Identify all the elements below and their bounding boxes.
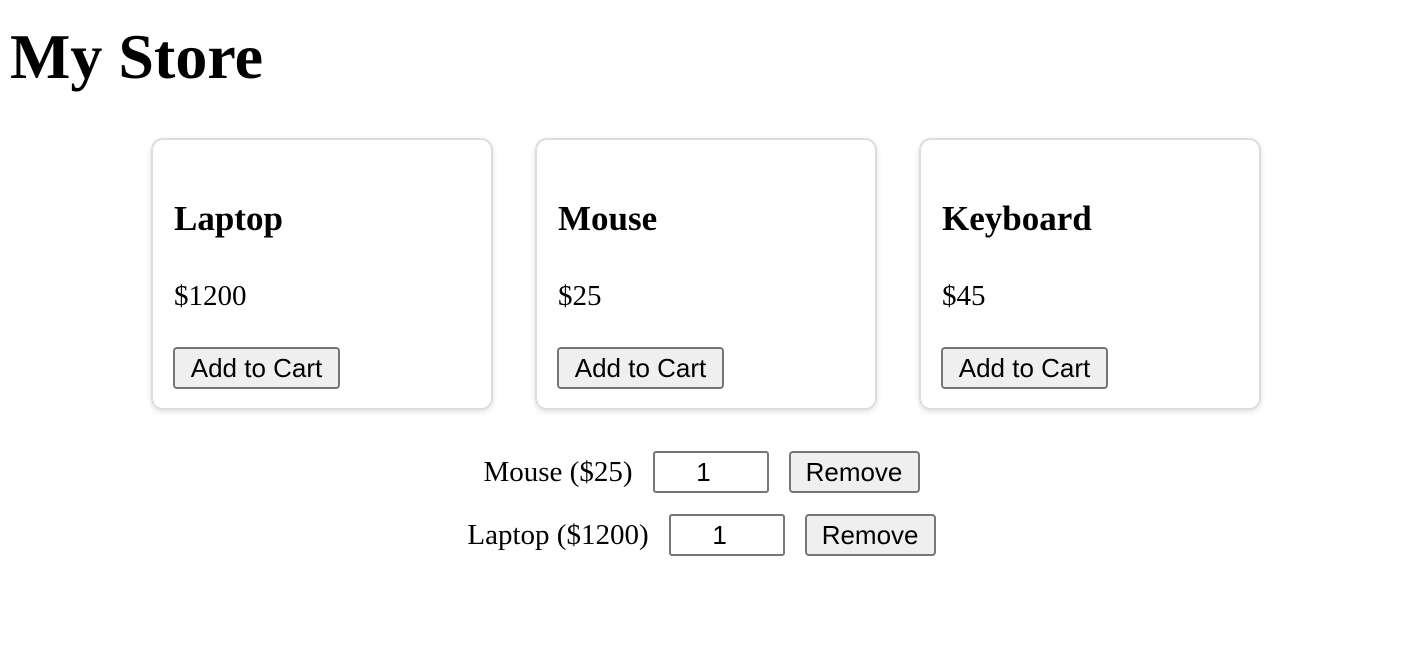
product-card-mouse: Mouse $25 Add to Cart bbox=[535, 138, 877, 410]
product-card-keyboard: Keyboard $45 Add to Cart bbox=[919, 138, 1261, 410]
add-to-cart-button-mouse[interactable]: Add to Cart bbox=[557, 347, 724, 389]
product-name: Keyboard bbox=[942, 199, 1092, 238]
page-title: My Store bbox=[10, 21, 263, 92]
cart-item-label: Laptop ($1200) bbox=[467, 519, 649, 551]
cart-list: Mouse ($25) Remove Laptop ($1200) Remove bbox=[0, 450, 1403, 576]
cart-item-laptop: Laptop ($1200) Remove bbox=[0, 513, 1403, 557]
product-price: $1200 bbox=[174, 280, 247, 312]
quantity-input-mouse[interactable] bbox=[652, 451, 769, 493]
add-to-cart-button-laptop[interactable]: Add to Cart bbox=[173, 347, 340, 389]
product-name: Laptop bbox=[174, 199, 283, 238]
quantity-input-laptop[interactable] bbox=[668, 514, 785, 556]
product-price: $25 bbox=[558, 280, 602, 312]
cart-item-label: Mouse ($25) bbox=[483, 456, 633, 488]
product-price: $45 bbox=[942, 280, 986, 312]
product-name: Mouse bbox=[558, 199, 658, 238]
remove-button-laptop[interactable]: Remove bbox=[804, 514, 936, 556]
product-card-laptop: Laptop $1200 Add to Cart bbox=[151, 138, 493, 410]
cart-item-mouse: Mouse ($25) Remove bbox=[0, 450, 1403, 494]
add-to-cart-button-keyboard[interactable]: Add to Cart bbox=[941, 347, 1108, 389]
remove-button-mouse[interactable]: Remove bbox=[788, 451, 920, 493]
product-grid: Laptop $1200 Add to Cart Mouse $25 Add t… bbox=[151, 138, 1261, 410]
